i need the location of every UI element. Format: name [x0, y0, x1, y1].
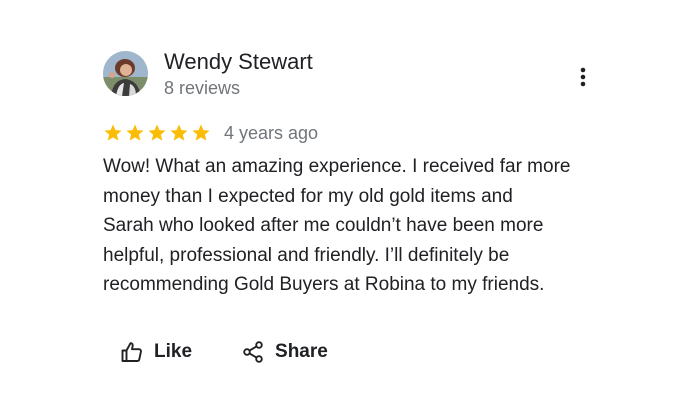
review-card: Wendy Stewart 8 reviews 4 years ago Wow!… [0, 0, 694, 417]
star-icon [148, 124, 166, 141]
review-text-line: Wow! What an amazing experience. I recei… [103, 156, 571, 177]
star-icon [126, 124, 144, 141]
review-text-line: recommending Gold Buyers at Robina to my… [103, 274, 545, 295]
like-label: Like [154, 341, 193, 362]
review-text: Wow! What an amazing experience. I recei… [103, 152, 623, 300]
share-icon [243, 341, 263, 363]
review-date: 4 years ago [224, 123, 319, 143]
review-text-line: helpful, professional and friendly. I’ll… [103, 244, 510, 266]
share-button[interactable]: Share [229, 330, 340, 374]
more-options-button[interactable] [568, 62, 598, 92]
more-vert-icon [580, 67, 586, 87]
thumb-up-icon [121, 342, 142, 362]
share-label: Share [275, 341, 328, 362]
review-text-line: Sarah who looked after me couldn’t have … [103, 215, 544, 236]
review-text-line: money than I expected for my old gold it… [103, 185, 513, 207]
author-avatar[interactable] [103, 51, 148, 96]
avatar-photo [103, 51, 148, 96]
star-rating [103, 123, 211, 143]
author-name[interactable]: Wendy Stewart [164, 48, 313, 76]
like-button[interactable]: Like [108, 330, 204, 374]
star-icon [170, 124, 188, 141]
star-icon [192, 124, 210, 141]
rating-row: 4 years ago [103, 120, 318, 146]
star-icon [104, 124, 122, 141]
review-actions: Like Share [108, 330, 340, 374]
author-review-count: 8 reviews [164, 78, 241, 98]
